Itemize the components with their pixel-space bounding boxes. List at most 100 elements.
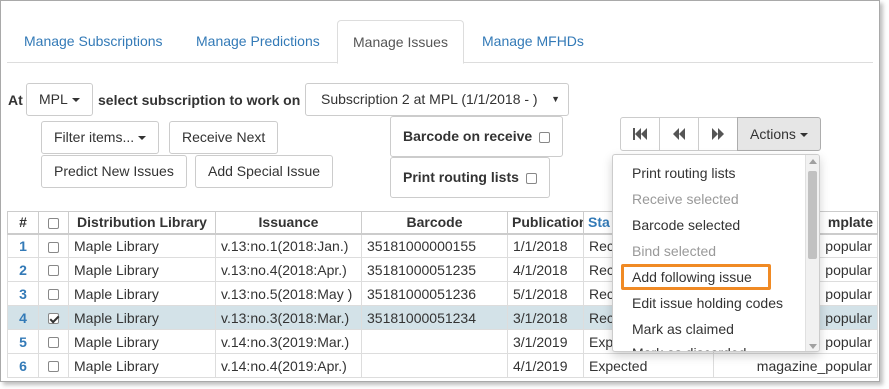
receive-next-button[interactable]: Receive Next [169,121,279,154]
col-header-publication[interactable]: Publication [507,211,584,235]
row-select-cell[interactable] [38,353,69,378]
print-routing-lists-checkbox[interactable] [525,172,537,184]
print-routing-lists-box[interactable]: Print routing lists [390,157,550,198]
row-checkbox[interactable] [48,289,59,301]
col-header-issuance[interactable]: Issuance [215,211,362,235]
chevron-down-icon [71,98,80,103]
tab-bar: Manage Subscriptions Manage Predictions … [7,20,873,64]
cell-issuance: v.13:no.1(2018:Jan.) [215,233,362,258]
actions-label: Actions [750,126,796,142]
dropdown-arrow-icon: ▼ [551,94,560,104]
row-number[interactable]: 2 [7,257,39,282]
menu-item-bind-selected: Bind selected [632,243,717,259]
cell-publication: 3/1/2019 [507,329,584,354]
scroll-down-icon[interactable] [809,344,817,349]
cell-publication: 1/1/2018 [507,233,584,258]
library-select[interactable]: MPL [26,83,93,116]
previous-page-button[interactable] [659,117,699,151]
cell-status: Expected [583,353,714,378]
table-row[interactable]: 6 Maple Library v.14:no.4(2019:Apr.) 4/1… [7,353,878,378]
cell-issuance: v.13:no.3(2018:Mar.) [215,305,362,330]
row-number[interactable]: 6 [7,353,39,378]
menu-scrollbar[interactable] [805,155,819,351]
cell-issuance: v.14:no.4(2019:Apr.) [215,353,362,378]
cell-library: Maple Library [68,329,216,354]
row-select-cell[interactable] [38,281,69,306]
row-checkbox-checked[interactable] [48,313,59,325]
select-all-checkbox[interactable] [48,218,59,230]
cell-issuance: v.14:no.3(2019:Mar.) [215,329,362,354]
row-select-cell[interactable] [38,305,69,330]
col-header-select[interactable] [38,211,69,235]
cell-library: Maple Library [68,257,216,282]
row-number[interactable]: 4 [7,305,39,330]
barcode-on-receive-box[interactable]: Barcode on receive [390,116,564,157]
row-checkbox[interactable] [48,241,59,253]
cell-publication: 4/1/2018 [507,257,584,282]
print-routing-lists-label: Print routing lists [403,169,519,185]
previous-page-icon [673,128,685,140]
at-label: At [8,92,23,108]
menu-item-print-routing-lists[interactable]: Print routing lists [613,160,819,186]
barcode-on-receive-checkbox[interactable] [539,131,551,143]
row-checkbox[interactable] [48,361,59,373]
cell-library: Maple Library [68,233,216,258]
subscription-select-value: Subscription 2 at MPL (1/1/2018 - ) [321,91,538,107]
cell-library: Maple Library [68,353,216,378]
cell-barcode [361,329,508,354]
col-header-distribution-library[interactable]: Distribution Library [68,211,216,235]
menu-item-add-following-issue[interactable]: Add following issue [621,264,771,290]
row-select-cell[interactable] [38,257,69,282]
cell-issuance: v.13:no.4(2018:Apr.) [215,257,362,282]
row-select-cell[interactable] [38,329,69,354]
cell-library: Maple Library [68,305,216,330]
row-number[interactable]: 3 [7,281,39,306]
cell-issuance: v.13:no.5(2018:May ) [215,281,362,306]
first-page-button[interactable] [620,117,660,151]
cell-barcode: 35181000051235 [361,257,508,282]
scroll-up-icon[interactable] [809,159,817,164]
tab-manage-subscriptions[interactable]: Manage Subscriptions [9,20,178,63]
cell-template: magazine_popular [713,353,878,378]
tab-manage-mfhds[interactable]: Manage MFHDs [467,20,599,63]
actions-dropdown-menu: Print routing lists Receive selected Bar… [612,154,820,352]
col-header-barcode[interactable]: Barcode [361,211,508,235]
predict-new-issues-button[interactable]: Predict New Issues [41,155,187,188]
row-select-cell[interactable] [38,233,69,258]
menu-item-receive-selected: Receive selected [632,191,739,207]
cell-barcode: 35181000051236 [361,281,508,306]
add-special-issue-button[interactable]: Add Special Issue [195,155,334,188]
cell-barcode: 35181000000155 [361,233,508,258]
cell-library: Maple Library [68,281,216,306]
menu-item-mark-as-claimed[interactable]: Mark as claimed [613,316,819,342]
first-page-icon [633,128,647,140]
next-page-button[interactable] [698,117,738,151]
row-checkbox[interactable] [48,265,59,277]
menu-item-barcode-selected[interactable]: Barcode selected [613,212,819,238]
next-page-icon [712,128,724,140]
menu-item-edit-issue-holding-codes[interactable]: Edit issue holding codes [613,290,819,316]
select-subscription-label: select subscription to work on [98,92,301,108]
tab-manage-predictions[interactable]: Manage Predictions [181,20,335,63]
filter-items-button[interactable]: Filter items... [41,121,160,154]
library-select-value: MPL [39,91,68,107]
tab-manage-issues[interactable]: Manage Issues [337,20,464,64]
barcode-on-receive-label: Barcode on receive [403,128,533,144]
row-checkbox[interactable] [48,337,59,349]
menu-item-mark-as-discarded[interactable]: Mark as discarded [613,340,819,351]
cell-barcode: 35181000051234 [361,305,508,330]
menu-scrollbar-thumb[interactable] [808,171,817,259]
row-number[interactable]: 1 [7,233,39,258]
col-header-number[interactable]: # [7,211,39,235]
cell-publication: 4/1/2019 [507,353,584,378]
serials-window: Manage Subscriptions Manage Predictions … [0,0,880,382]
cell-barcode [361,353,508,378]
subscription-select[interactable]: Subscription 2 at MPL (1/1/2018 - ) ▼ [305,83,569,116]
chevron-down-icon [138,136,147,141]
actions-button[interactable]: Actions [737,117,821,151]
chevron-down-icon [799,133,808,138]
row-number[interactable]: 5 [7,329,39,354]
filter-items-label: Filter items... [54,129,135,145]
cell-publication: 3/1/2018 [507,305,584,330]
cell-publication: 5/1/2018 [507,281,584,306]
